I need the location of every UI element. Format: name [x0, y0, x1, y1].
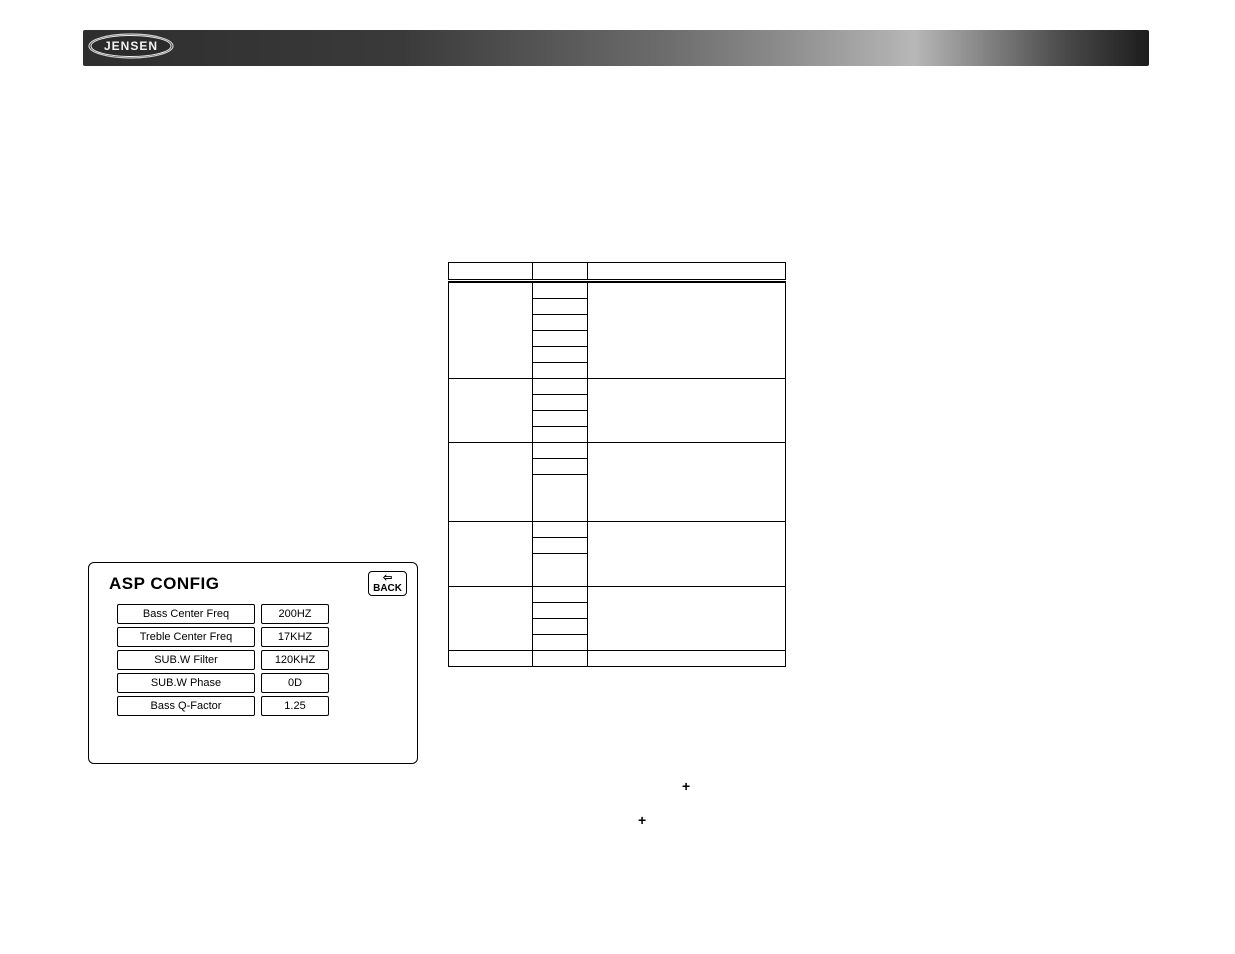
left-column: ASP Configuration The ASP (Audio Signal …	[90, 80, 420, 332]
cell-source: NAV	[449, 443, 533, 522]
right-column: P.VOL (Programmable Volume) This feature…	[448, 80, 1148, 154]
left-item-2: When the Subwoofer Filter feature is acc…	[90, 243, 420, 273]
cell-option: 2	[532, 315, 587, 331]
brand-logo-text: JENSEN	[104, 39, 158, 53]
header-strip	[83, 30, 1149, 66]
after-table-text: • Touch the + button next to the "Amp" o…	[448, 775, 1148, 805]
table-row: Exit — Return to the previous menu.	[449, 651, 786, 667]
asp-row-label[interactable]: SUB.W Phase	[117, 673, 255, 693]
table-title: Table 2: P.Vol Options	[448, 139, 1148, 154]
cell-function: Default	[587, 283, 785, 379]
model-label: VM9214	[1079, 36, 1135, 53]
table-row: AV IN 2 0 Default	[449, 587, 786, 603]
cell-function: Default	[587, 587, 785, 651]
asp-row-label[interactable]: Bass Q-Factor	[117, 696, 255, 716]
cell-option: ...	[532, 427, 587, 443]
th-source: Source	[449, 263, 533, 281]
cell-option: ...	[532, 475, 587, 522]
cell-option: 2	[532, 411, 587, 427]
table-row: Radio 0 Default	[449, 283, 786, 299]
asp-row-label[interactable]: SUB.W Filter	[117, 650, 255, 670]
table-row: Disc 0 Default	[449, 379, 786, 395]
cell-option: 1	[532, 299, 587, 315]
pvol-options-table: Source Option Function Radio 0 Default 1…	[448, 262, 786, 667]
back-button[interactable]: ⇦ BACK	[368, 571, 407, 596]
after-table-heading: Amp (Internal Amp)	[448, 760, 1148, 775]
right-heading: P.VOL (Programmable Volume)	[448, 80, 1148, 95]
asp-row: SUB.W Phase 0D	[117, 673, 407, 693]
table-row: AV IN 1 0 Default	[449, 522, 786, 538]
cell-source: AV IN 2	[449, 587, 533, 651]
cell-option: ...	[532, 619, 587, 635]
asp-row: Bass Q-Factor 1.25	[117, 696, 407, 716]
page-number: 16	[90, 912, 102, 924]
cell-function: Default	[587, 443, 785, 522]
asp-row: Treble Center Freq 17KHZ	[117, 627, 407, 647]
cell-option: ...	[532, 554, 587, 587]
asp-rows: Bass Center Freq 200HZ Treble Center Fre…	[89, 600, 417, 716]
right-intro-1: This feature allows the user to select a…	[448, 95, 1148, 125]
cell-option: 0	[532, 283, 587, 299]
cell-option: 5	[532, 363, 587, 379]
left-item-3: When the Subwoofer Phase feature is acce…	[90, 273, 420, 303]
cell-option: 1	[532, 603, 587, 619]
plus-icon: +	[638, 812, 646, 828]
asp-row-label[interactable]: Treble Center Freq	[117, 627, 255, 647]
asp-row-value[interactable]: 1.25	[261, 696, 329, 716]
cell-option: 3	[532, 331, 587, 347]
brand-logo: JENSEN	[88, 33, 174, 59]
cell-option: 0	[532, 522, 587, 538]
cell-option: —	[532, 651, 587, 667]
right-intro-2: To modify, touch SEL for the source you …	[448, 125, 1148, 140]
cell-option: 1	[532, 459, 587, 475]
asp-row-label[interactable]: Bass Center Freq	[117, 604, 255, 624]
after-table-block: Amp (Internal Amp) • Touch the + button …	[448, 760, 1148, 805]
left-item-1: When the Treble Center Freq feature is a…	[90, 214, 420, 244]
th-option: Option	[532, 263, 587, 281]
asp-row-value[interactable]: 0D	[261, 673, 329, 693]
asp-config-panel: ASP CONFIG ⇦ BACK Bass Center Freq 200HZ…	[88, 562, 418, 764]
cell-option: 0	[532, 379, 587, 395]
cell-source: Exit	[449, 651, 533, 667]
asp-row-value[interactable]: 17KHZ	[261, 627, 329, 647]
cell-function: Default	[587, 379, 785, 443]
left-item-0: When the Bass Center Freq feature is acc…	[90, 184, 420, 214]
cell-function: Return to the previous menu.	[587, 651, 785, 667]
cell-option: 6	[532, 635, 587, 651]
asp-row: SUB.W Filter 120KHZ	[117, 650, 407, 670]
cell-source: Radio	[449, 283, 533, 379]
th-function: Function	[587, 263, 785, 281]
back-label: BACK	[373, 583, 402, 594]
table-header-row: Source Option Function	[449, 263, 786, 281]
cell-option: 4	[532, 347, 587, 363]
left-item-4: When the Bass Q-Factor feature is access…	[90, 303, 420, 333]
cell-option: 0	[532, 587, 587, 603]
cell-source: Disc	[449, 379, 533, 443]
cell-option: 1	[532, 395, 587, 411]
asp-row-value[interactable]: 120KHZ	[261, 650, 329, 670]
asp-row-value[interactable]: 200HZ	[261, 604, 329, 624]
cell-function: Default	[587, 522, 785, 587]
asp-row: Bass Center Freq 200HZ	[117, 604, 407, 624]
left-intro: The ASP (Audio Signal Processing) Config…	[90, 95, 420, 184]
cell-source: AV IN 1	[449, 522, 533, 587]
asp-title: ASP CONFIG	[109, 574, 219, 594]
cell-option: 1	[532, 538, 587, 554]
table-row: NAV 0 Default	[449, 443, 786, 459]
cell-option: 0	[532, 443, 587, 459]
left-section-title: ASP Configuration	[90, 80, 420, 95]
